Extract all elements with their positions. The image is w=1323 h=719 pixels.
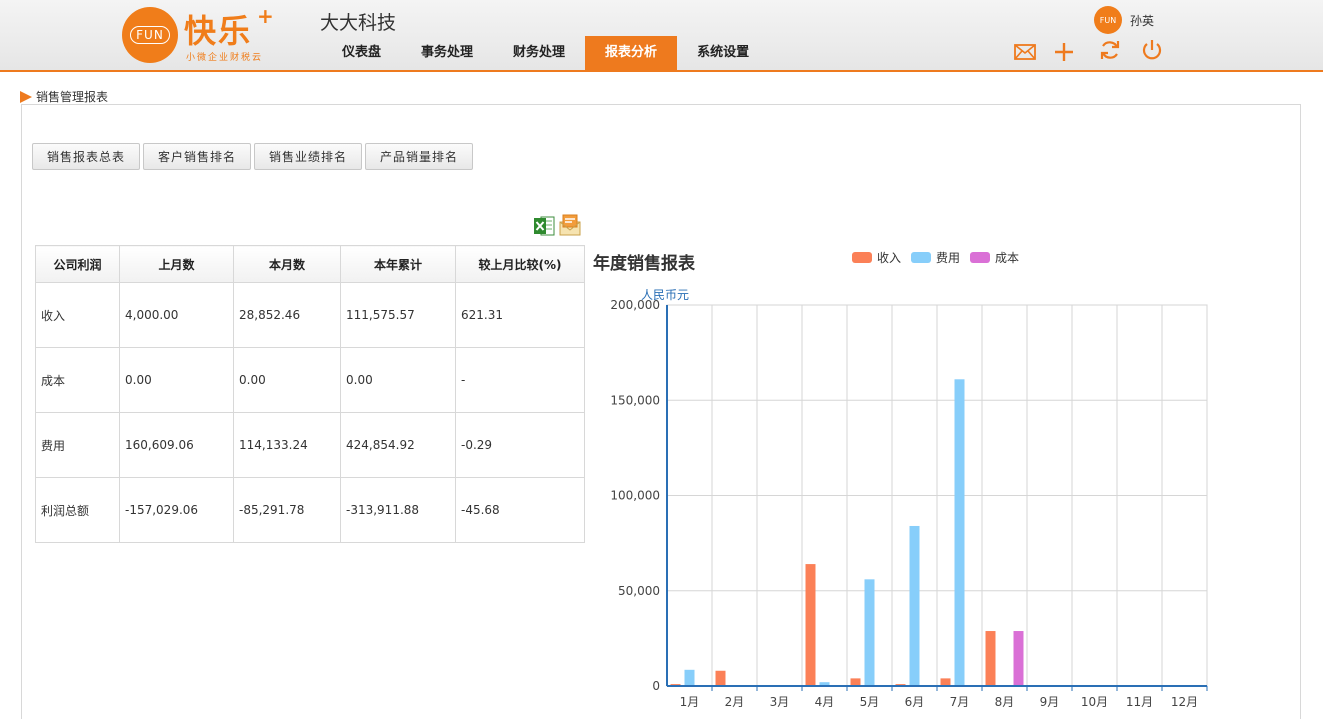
table-cell: 160,609.06 bbox=[119, 412, 234, 478]
report-tabs: 销售报表总表 客户销售排名 销售业绩排名 产品销量排名 bbox=[32, 143, 476, 170]
bar bbox=[864, 579, 875, 686]
app-header: FUN 快乐 + 小微企业财税云 大大科技 仪表盘 事务处理 财务处理 报表分析… bbox=[0, 0, 1323, 72]
legend-item-revenue[interactable]: 收入 bbox=[852, 249, 901, 266]
bar bbox=[850, 678, 861, 686]
table-cell: 621.31 bbox=[455, 282, 585, 348]
x-tick-label: 2月 bbox=[725, 695, 745, 709]
bar bbox=[805, 564, 816, 686]
table-cell: 4,000.00 bbox=[119, 282, 234, 348]
table-cell: -85,291.78 bbox=[233, 477, 341, 543]
table-header: 本月数 bbox=[233, 245, 341, 283]
legend-label: 成本 bbox=[995, 251, 1020, 265]
logo-text: 快乐 bbox=[184, 12, 253, 50]
legend-label: 收入 bbox=[877, 251, 902, 265]
table-row: 费用 160,609.06 114,133.24 424,854.92 -0.2… bbox=[35, 412, 585, 478]
power-icon[interactable] bbox=[1140, 38, 1164, 62]
x-tick-label: 8月 bbox=[995, 695, 1015, 709]
bar bbox=[940, 678, 951, 686]
bar bbox=[1013, 631, 1024, 686]
bar bbox=[954, 379, 965, 686]
bar bbox=[715, 670, 726, 686]
table-cell: -157,029.06 bbox=[119, 477, 234, 543]
logo-badge[interactable]: FUN bbox=[122, 7, 178, 63]
bar bbox=[684, 669, 695, 686]
y-tick-label: 0 bbox=[652, 679, 660, 693]
table-cell: 0.00 bbox=[119, 347, 234, 413]
legend-swatch bbox=[970, 252, 991, 263]
table-cell: 424,854.92 bbox=[340, 412, 456, 478]
table-cell: 利润总额 bbox=[35, 477, 120, 543]
table-cell: 114,133.24 bbox=[233, 412, 341, 478]
main-nav: 仪表盘 事务处理 财务处理 报表分析 系统设置 bbox=[322, 36, 769, 70]
table-cell: 0.00 bbox=[233, 347, 341, 413]
chart-title: 年度销售报表 bbox=[593, 254, 695, 274]
sales-bar-chart: 0 50,000 100,000 150,000 200,000 1月 2月 3月 4月 5月 6月… bbox=[610, 300, 1208, 709]
table-row: 收入 4,000.00 28,852.46 111,575.57 621.31 bbox=[35, 282, 585, 348]
table-cell: 收入 bbox=[35, 282, 120, 348]
table-cell: 28,852.46 bbox=[233, 282, 341, 348]
x-tick-label: 9月 bbox=[1040, 695, 1060, 709]
legend-label: 费用 bbox=[936, 251, 961, 265]
table-row: 成本 0.00 0.00 0.00 - bbox=[35, 347, 585, 413]
table-cell: -45.68 bbox=[455, 477, 585, 543]
table-cell: -313,911.88 bbox=[340, 477, 456, 543]
table-cell: 0.00 bbox=[340, 347, 456, 413]
logo-plus: + bbox=[257, 4, 274, 28]
y-tick-label: 150,000 bbox=[610, 393, 660, 407]
profit-table: 公司利润 上月数 本月数 本年累计 较上月比较(%) 收入 4,000.00 2… bbox=[35, 245, 585, 543]
x-tick-label: 5月 bbox=[860, 695, 880, 709]
logo-badge-text: FUN bbox=[130, 26, 170, 44]
y-tick-label: 100,000 bbox=[610, 489, 660, 503]
table-cell: 费用 bbox=[35, 412, 120, 478]
nav-item-settings[interactable]: 系统设置 bbox=[677, 36, 769, 70]
nav-item-transactions[interactable]: 事务处理 bbox=[401, 36, 493, 70]
plus-icon[interactable] bbox=[1052, 40, 1076, 64]
table-header: 较上月比较(%) bbox=[455, 245, 585, 283]
tab-performance-ranking[interactable]: 销售业绩排名 bbox=[254, 143, 363, 170]
excel-export-icon[interactable] bbox=[532, 214, 556, 238]
tab-sales-summary[interactable]: 销售报表总表 bbox=[32, 143, 141, 170]
x-tick-label: 4月 bbox=[815, 695, 835, 709]
x-tick-label: 6月 bbox=[905, 695, 925, 709]
arrow-right-icon bbox=[20, 90, 32, 103]
email-report-icon[interactable] bbox=[558, 213, 582, 237]
table-header: 公司利润 bbox=[35, 245, 120, 283]
x-tick-label: 3月 bbox=[770, 695, 790, 709]
refresh-icon[interactable] bbox=[1098, 38, 1122, 62]
table-cell: - bbox=[455, 347, 585, 413]
chart-legend: 收入 费用 成本 bbox=[852, 249, 1029, 266]
legend-swatch bbox=[852, 252, 872, 263]
table-header: 本年累计 bbox=[340, 245, 456, 283]
nav-item-dashboard[interactable]: 仪表盘 bbox=[322, 36, 401, 70]
legend-item-expense[interactable]: 费用 bbox=[911, 249, 960, 266]
table-header: 上月数 bbox=[119, 245, 234, 283]
y-tick-label: 200,000 bbox=[610, 300, 660, 312]
table-cell: 111,575.57 bbox=[340, 282, 456, 348]
x-tick-label: 11月 bbox=[1126, 695, 1153, 709]
x-tick-label: 10月 bbox=[1081, 695, 1108, 709]
breadcrumb: 销售管理报表 bbox=[20, 88, 108, 105]
table-cell: -0.29 bbox=[455, 412, 585, 478]
bar bbox=[909, 525, 920, 686]
breadcrumb-label: 销售管理报表 bbox=[36, 90, 109, 104]
nav-item-reports[interactable]: 报表分析 bbox=[585, 36, 678, 70]
table-row: 利润总额 -157,029.06 -85,291.78 -313,911.88 … bbox=[35, 477, 585, 543]
tab-product-ranking[interactable]: 产品销量排名 bbox=[365, 143, 474, 170]
legend-swatch bbox=[911, 252, 932, 263]
mail-icon[interactable] bbox=[1013, 40, 1037, 64]
x-tick-label: 12月 bbox=[1171, 695, 1198, 709]
logo-subtitle: 小微企业财税云 bbox=[186, 53, 264, 63]
x-tick-label: 1月 bbox=[680, 695, 700, 709]
table-cell: 成本 bbox=[35, 347, 120, 413]
company-name: 大大科技 bbox=[320, 12, 397, 34]
nav-item-finance[interactable]: 财务处理 bbox=[493, 36, 585, 70]
y-tick-label: 50,000 bbox=[618, 584, 660, 598]
table-header-row: 公司利润 上月数 本月数 本年累计 较上月比较(%) bbox=[35, 245, 585, 283]
user-name[interactable]: 孙英 bbox=[1130, 12, 1154, 29]
x-tick-label: 7月 bbox=[950, 695, 970, 709]
bar bbox=[985, 631, 996, 686]
tab-customer-ranking[interactable]: 客户销售排名 bbox=[143, 143, 252, 170]
legend-item-cost[interactable]: 成本 bbox=[970, 249, 1019, 266]
avatar[interactable]: FUN bbox=[1094, 6, 1122, 34]
